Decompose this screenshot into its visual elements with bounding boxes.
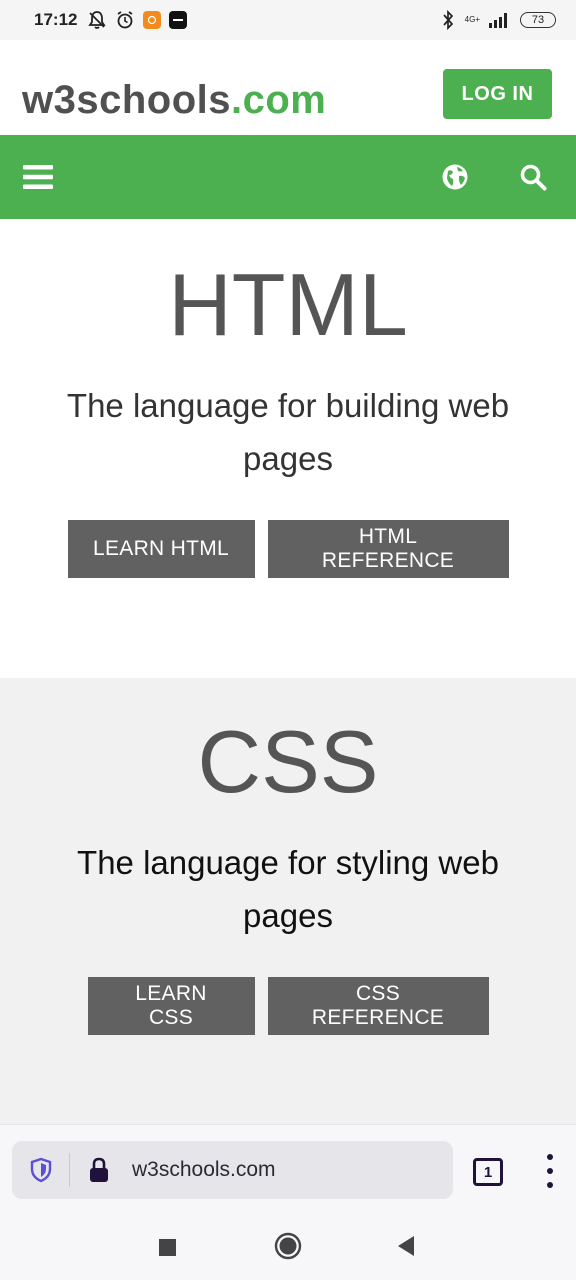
section-title: HTML xyxy=(168,255,408,354)
logo-main: w3schools xyxy=(22,78,232,122)
bell-off-icon xyxy=(87,10,107,30)
css-reference-button[interactable]: CSS REFERENCE xyxy=(267,977,489,1035)
signal-icon xyxy=(488,12,510,28)
status-bar: 17:12 4G+ 73 xyxy=(0,0,576,40)
learn-css-button[interactable]: LEARN CSS xyxy=(87,977,255,1035)
search-icon[interactable] xyxy=(517,161,549,193)
css-section: CSS The language for styling web pages L… xyxy=(0,678,576,1124)
shield-icon[interactable] xyxy=(12,1153,70,1187)
battery-indicator: 73 xyxy=(520,12,556,28)
button-row: LEARN HTML HTML REFERENCE xyxy=(0,520,576,578)
learn-html-button[interactable]: LEARN HTML xyxy=(67,520,255,578)
network-type: 4G+ xyxy=(464,15,480,24)
lock-icon[interactable] xyxy=(88,1157,110,1183)
w3schools-logo[interactable]: w3schools.com xyxy=(22,76,326,124)
site-header: w3schools.com LOG IN xyxy=(0,40,576,135)
address-bar[interactable]: w3schools.com xyxy=(12,1141,453,1199)
tab-count-button[interactable]: 1 xyxy=(473,1158,503,1186)
browser-toolbar: w3schools.com 1 xyxy=(0,1124,576,1216)
hamburger-icon[interactable] xyxy=(22,161,54,193)
button-row: LEARN CSS CSS REFERENCE xyxy=(0,977,576,1035)
login-button[interactable]: LOG IN xyxy=(443,69,552,119)
app-notification-icon xyxy=(143,11,162,29)
section-description: The language for building web pages xyxy=(66,387,510,477)
url-text[interactable]: w3schools.com xyxy=(132,1158,276,1182)
home-circle-icon[interactable] xyxy=(274,1232,302,1260)
section-description: The language for styling web pages xyxy=(77,844,499,934)
system-nav-bar xyxy=(0,1216,576,1280)
html-reference-button[interactable]: HTML REFERENCE xyxy=(267,520,509,578)
status-time: 17:12 xyxy=(34,10,78,29)
globe-icon[interactable] xyxy=(439,161,471,193)
status-right: 4G+ 73 xyxy=(441,10,556,30)
html-section: HTML The language for building web pages… xyxy=(0,219,576,678)
more-menu-icon[interactable] xyxy=(540,1154,560,1188)
alarm-icon xyxy=(115,10,135,30)
bluetooth-icon xyxy=(441,10,455,30)
recents-square-icon[interactable] xyxy=(158,1238,178,1258)
logo-suffix: .com xyxy=(231,78,327,122)
app-notification-icon xyxy=(169,11,188,29)
main-navbar xyxy=(0,135,576,219)
back-triangle-icon[interactable] xyxy=(396,1235,416,1257)
section-title: CSS xyxy=(197,712,379,811)
